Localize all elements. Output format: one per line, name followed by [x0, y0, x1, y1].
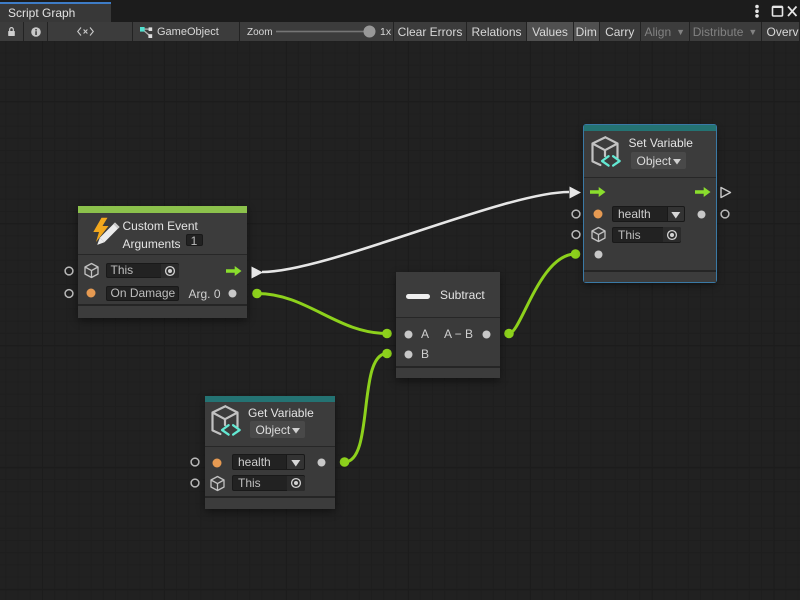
svg-text:1x: 1x: [380, 26, 392, 38]
